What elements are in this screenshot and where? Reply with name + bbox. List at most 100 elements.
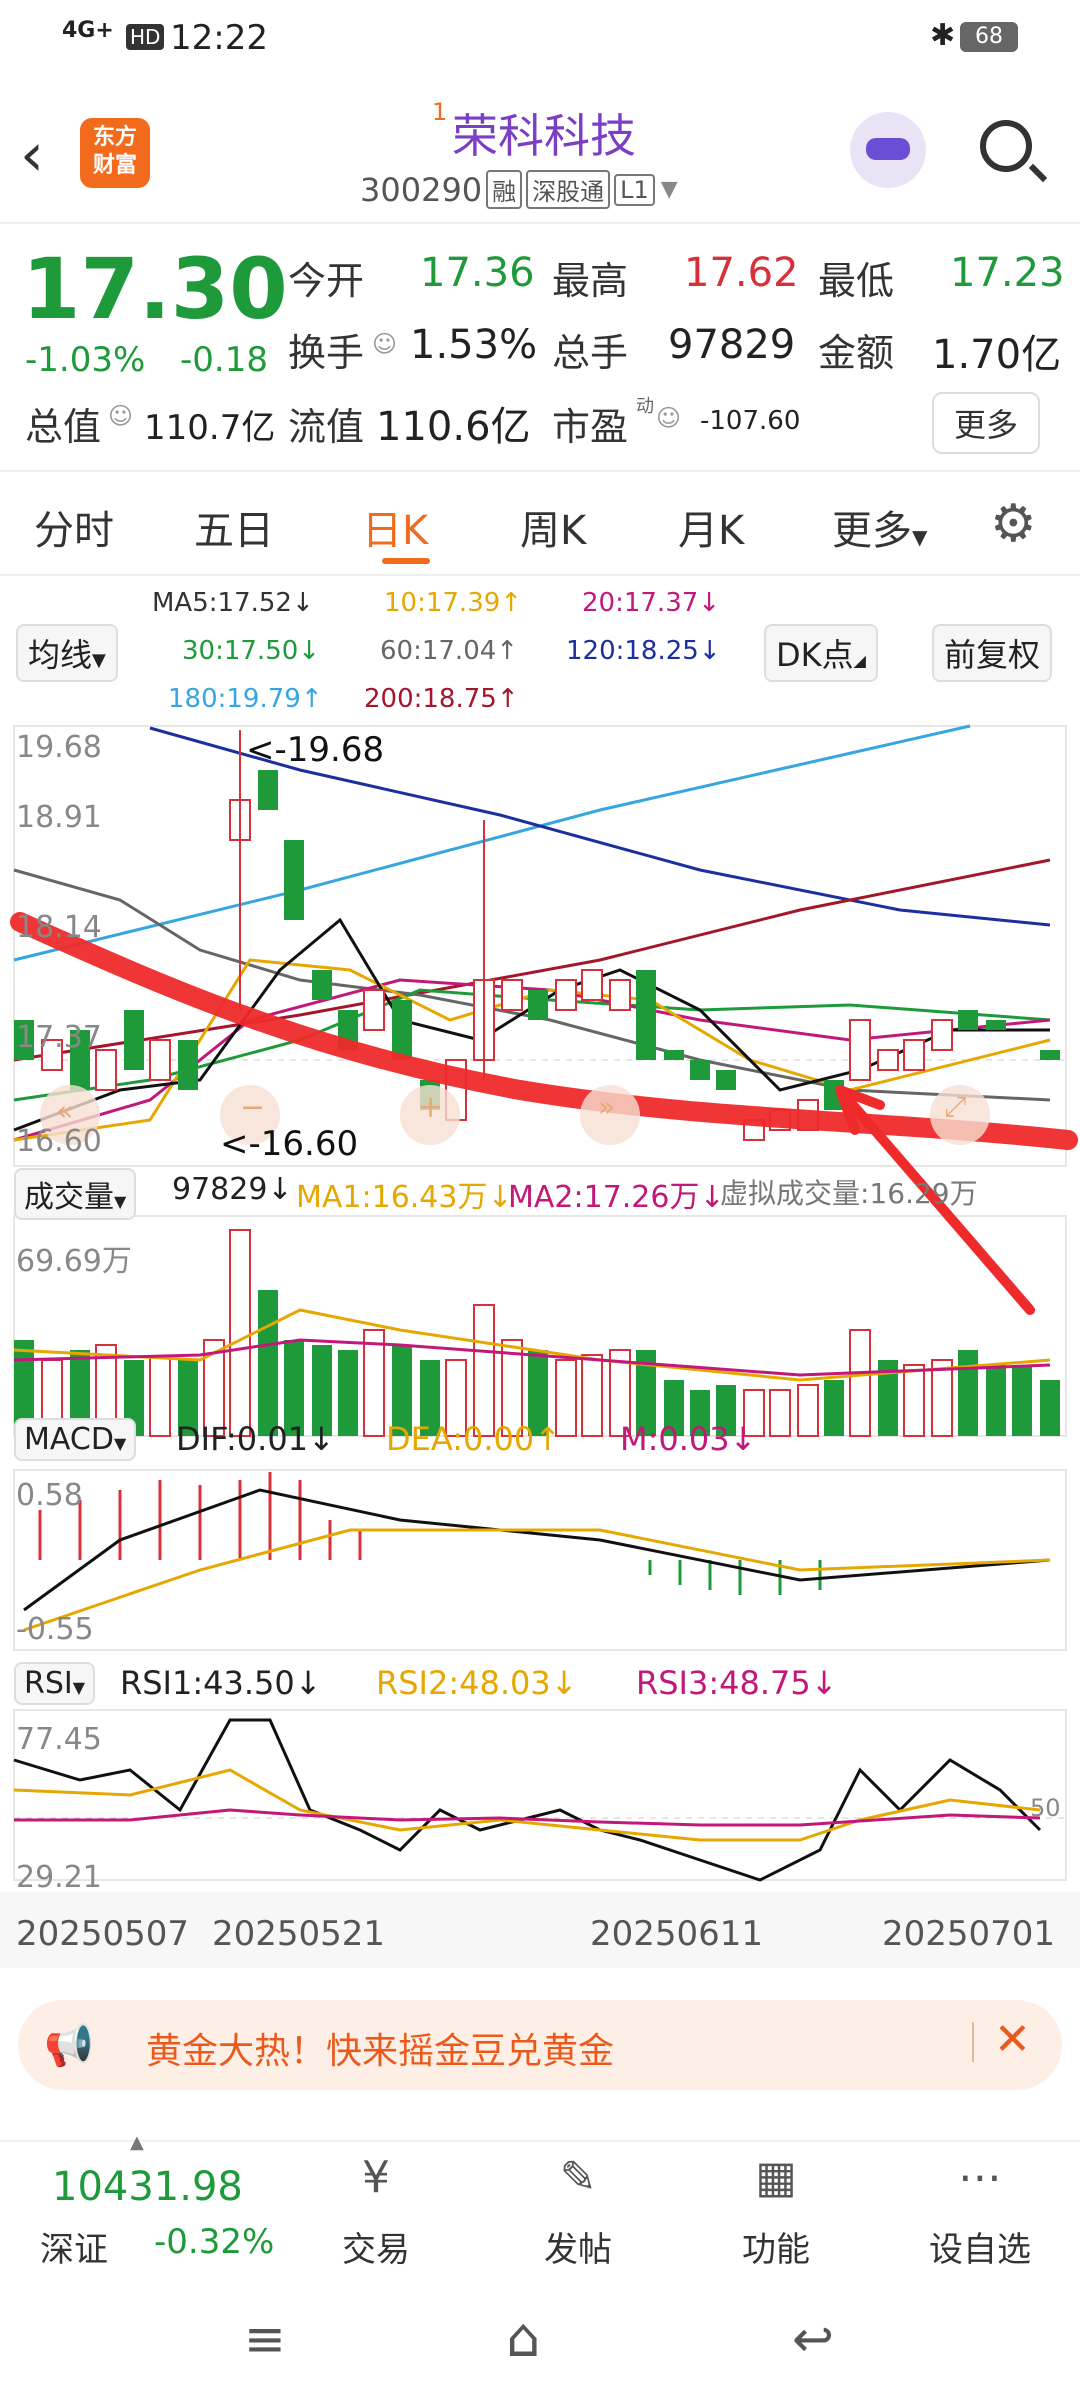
close-icon[interactable]: ✕ [994, 2014, 1031, 2065]
divider [972, 2022, 974, 2062]
kline-y-min: 16.60 [16, 1124, 102, 1159]
caret-down-icon: ▼ [912, 525, 928, 549]
menu-icon[interactable]: ≡ [244, 2310, 286, 2368]
post-icon[interactable]: ✎ [540, 2152, 616, 2203]
adjust-mode-button[interactable]: 前复权 [932, 624, 1053, 682]
rsi-selector[interactable]: RSI▼ [14, 1662, 96, 1705]
rsi-frame [13, 1709, 1067, 1881]
more-button[interactable]: 更多 [932, 392, 1041, 454]
macd-hist [38, 1472, 362, 1560]
float-value: 110.6亿 [376, 404, 531, 450]
back-nav-icon[interactable]: ↩ [792, 2310, 834, 2368]
stock-header: ‹ 东方 财富 1 荣科科技 300290 融 深股通 L1 ▼ [0, 80, 1080, 220]
info-icon[interactable]: ☺ [656, 404, 681, 432]
info-icon[interactable]: ☺ [108, 402, 133, 430]
mcap-label: 总值 [25, 405, 102, 449]
stock-chart[interactable] [0, 720, 1080, 1950]
volume-value: 97829 [668, 322, 796, 368]
ma180-legend: 180:19.79↑ [168, 684, 323, 714]
macd-y-min: -0.55 [16, 1612, 94, 1647]
macd-frame [13, 1469, 1067, 1651]
divider [0, 222, 1080, 224]
dk-point-button[interactable]: DK点◢ [764, 624, 878, 682]
caret-down-icon: ▼ [72, 1678, 86, 1697]
ma120-legend: 120:18.25↓ [566, 636, 721, 666]
volume-bars [14, 1229, 1060, 1437]
ma200-legend: 200:18.75↑ [364, 684, 519, 714]
tab-monthly-k[interactable]: 月K [678, 498, 744, 556]
add-watchlist-icon[interactable]: ⋯ [942, 2152, 1018, 2203]
virtual-volume-legend: 虚拟成交量:16.29万 [720, 1177, 978, 1210]
macd-y-max: 0.58 [16, 1478, 83, 1513]
divider [0, 470, 1080, 472]
ma10-legend: 10:17.39↑ [384, 588, 523, 618]
add-watchlist-button[interactable]: 设自选 [914, 2222, 1046, 2271]
chevron-right-icon[interactable]: » [598, 1090, 615, 1123]
tab-5day[interactable]: 五日 [194, 498, 274, 556]
rsi3-legend: RSI3:48.75↓ [636, 1664, 838, 1702]
caret-down-icon: ▼ [113, 1434, 127, 1453]
ma200-line [13, 858, 1051, 1062]
kline-y-3: 18.14 [16, 910, 102, 945]
stock-rank-superscript: 1 [432, 98, 448, 126]
min-price-marker: <-16.60 [220, 1124, 359, 1164]
back-icon[interactable]: ‹ [20, 120, 44, 190]
rsi2-legend: RSI2:48.03↓ [376, 1664, 578, 1702]
minus-icon[interactable]: − [240, 1090, 265, 1125]
m-legend: M:0.03↓ [620, 1420, 757, 1458]
tab-more[interactable]: 更多▼ [832, 498, 927, 556]
rsi-selector-label: RSI [24, 1666, 73, 1701]
tab-intraday[interactable]: 分时 [34, 498, 114, 556]
tab-weekly-k[interactable]: 周K [520, 498, 586, 556]
rsi-y-mid: 50 [1030, 1794, 1061, 1822]
rsi-y-min: 29.21 [16, 1860, 102, 1895]
pe-label: 市盈 [552, 405, 629, 449]
trade-button[interactable]: 交易 [330, 2222, 422, 2271]
date-label: 20250611 [590, 1914, 764, 1954]
rsi1-line [13, 1718, 1042, 1882]
chevron-left-icon[interactable]: « [56, 1094, 73, 1127]
max-price-marker: <-19.68 [246, 730, 385, 770]
home-icon[interactable]: ⌂ [506, 2306, 540, 2369]
index-value[interactable]: 10431.98 [52, 2164, 243, 2210]
divider [0, 574, 1080, 576]
app-logo: 东方 财富 [80, 118, 150, 188]
mcap-value: 110.7亿 [144, 408, 276, 448]
clock: 12:22 [170, 18, 268, 58]
robot-assistant-icon[interactable] [850, 112, 926, 188]
gear-icon[interactable]: ⚙ [990, 494, 1037, 554]
megaphone-icon: 📢 [44, 2023, 94, 2069]
status-bar: 4G+ HD 12:22 ✱ 68 [0, 0, 1080, 80]
expand-icon[interactable]: ⤢ [944, 1090, 966, 1124]
corner-arrow-icon: ◢ [853, 651, 866, 670]
caret-up-icon[interactable]: ▲ [130, 2132, 144, 2153]
ma5-legend: MA5:17.52↓ [152, 588, 314, 618]
high-value: 17.62 [684, 250, 799, 296]
plus-icon[interactable]: + [418, 1090, 443, 1125]
ma20-legend: 20:17.37↓ [582, 588, 721, 618]
trade-icon[interactable]: ¥ [338, 2152, 414, 2203]
current-price: 17.30 [22, 240, 288, 338]
ma-selector[interactable]: 均线▼ [16, 624, 118, 682]
function-grid-icon[interactable]: ▦ [738, 2152, 814, 2203]
dif-legend: DIF:0.01↓ [176, 1420, 335, 1458]
candles [14, 730, 1060, 1141]
banner-text: 黄金大热！快来摇金豆兑黄金 [146, 2031, 615, 2072]
change-amount: -0.18 [180, 340, 268, 380]
tab-daily-k[interactable]: 日K [362, 498, 428, 556]
stock-name[interactable]: 荣科科技 [452, 100, 636, 166]
function-button[interactable]: 功能 [730, 2222, 822, 2271]
info-icon[interactable]: ☺ [372, 330, 397, 358]
sgt-tag: 深股通 [526, 170, 611, 209]
post-button[interactable]: 发帖 [532, 2222, 624, 2271]
chevron-down-icon[interactable]: ▼ [661, 177, 678, 202]
macd-selector[interactable]: MACD▼ [14, 1418, 137, 1461]
index-name[interactable]: 深证 [40, 2222, 108, 2271]
battery-icon: 68 [960, 22, 1018, 52]
volume-selector[interactable]: 成交量▼ [14, 1168, 137, 1220]
promo-banner[interactable]: 📢 黄金大热！快来摇金豆兑黄金 ✕ [18, 2000, 1062, 2090]
search-icon[interactable] [980, 120, 1048, 183]
hand-drawn-trend-line [10, 912, 1078, 1150]
low-label: 最低 [818, 259, 895, 303]
hd-badge: HD [126, 24, 165, 50]
